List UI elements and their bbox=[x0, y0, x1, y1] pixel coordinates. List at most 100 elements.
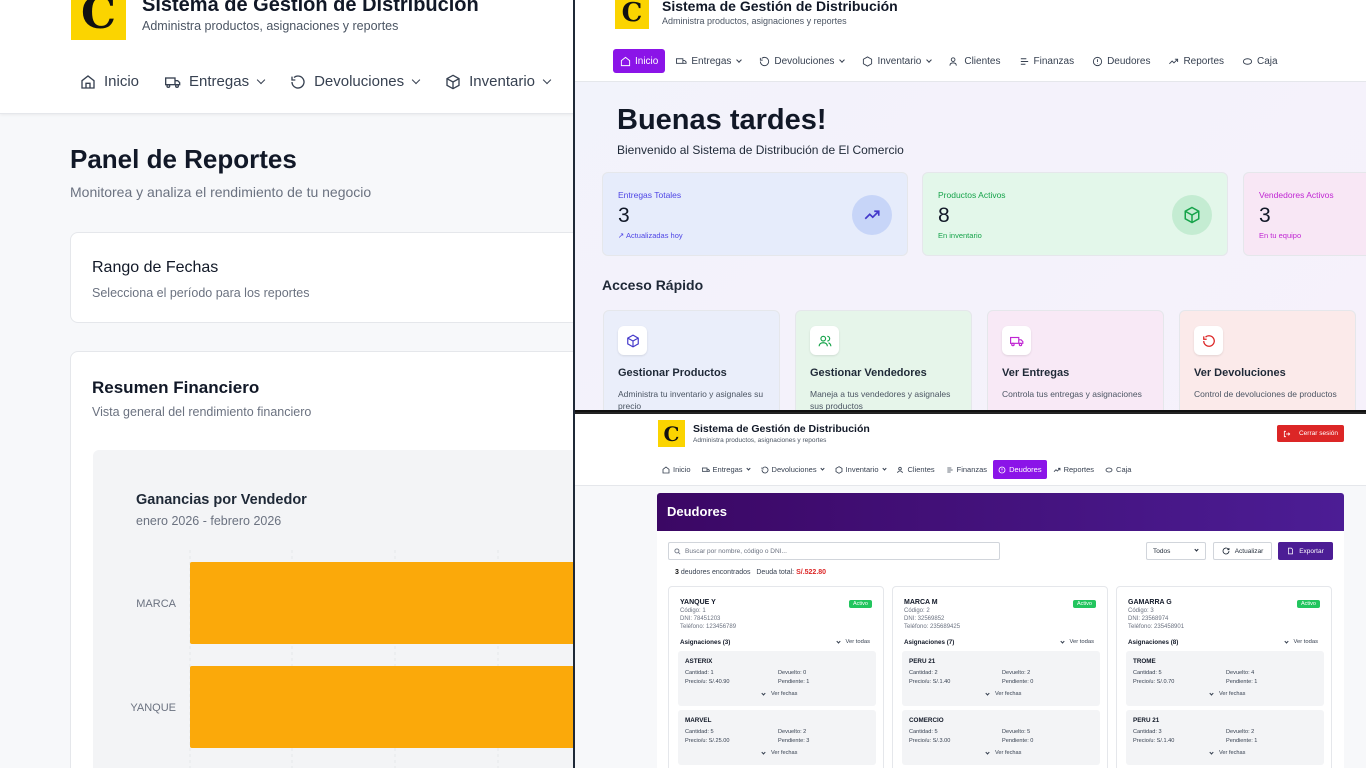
nav-inventario[interactable]: Inventario bbox=[445, 73, 552, 90]
nav-label: Deudores bbox=[1009, 465, 1042, 474]
nav-label: Inventario bbox=[469, 73, 536, 90]
stat-card-vendedores[interactable]: Vendedores Activos 3 En tu equipo bbox=[1243, 172, 1366, 256]
nav-entregas[interactable]: Entregas bbox=[697, 460, 755, 479]
rotate-ccw-icon bbox=[760, 56, 770, 66]
view-all-toggle[interactable]: Ver todas bbox=[1283, 638, 1318, 645]
debtors-panel: Buscar por nombre, código o DNI... Todos… bbox=[657, 531, 1344, 768]
nav-inventario[interactable]: Inventario bbox=[830, 460, 891, 479]
status-filter-select[interactable]: Todos bbox=[1146, 542, 1206, 560]
nav-label: Clientes bbox=[964, 55, 1001, 67]
app-title: Sistema de Gestión de Distribución bbox=[693, 423, 870, 435]
chevron-down-icon bbox=[926, 56, 933, 63]
view-all-toggle[interactable]: Ver todas bbox=[1059, 638, 1094, 645]
qty: Cantidad: 2 bbox=[909, 670, 938, 676]
nav-inicio[interactable]: Inicio bbox=[613, 49, 666, 73]
debtor-card[interactable]: MARCA M Activo Código: 2 DNI: 32569852 T… bbox=[892, 586, 1108, 768]
app-logo[interactable]: C bbox=[71, 0, 126, 40]
trending-up-icon bbox=[1053, 467, 1061, 472]
debtor-name: GAMARRA G bbox=[1128, 599, 1172, 606]
nav-clientes[interactable]: Clientes bbox=[892, 460, 940, 479]
view-dates-toggle[interactable]: Ver fechas bbox=[985, 749, 1021, 756]
search-input[interactable]: Buscar por nombre, código o DNI... bbox=[668, 542, 1000, 560]
date-range-card: Rango de Fechas Selecciona el período pa… bbox=[70, 232, 574, 323]
logout-button[interactable]: Cerrar sesión bbox=[1277, 425, 1344, 442]
nav-reportes[interactable]: Reportes bbox=[1161, 49, 1231, 73]
quick-icon-wrap bbox=[810, 326, 839, 355]
quick-card-desc: Administra tu inventario y asignales su … bbox=[618, 389, 764, 410]
truck-icon bbox=[1009, 336, 1023, 346]
app-logo[interactable]: C bbox=[615, 0, 649, 29]
assignment-item: PERU 21 Cantidad: 2 Devuelto: 2 Precio/u… bbox=[902, 651, 1100, 706]
nav-deudores[interactable]: Deudores bbox=[993, 460, 1047, 479]
nav-devoluciones[interactable]: Devoluciones bbox=[756, 460, 829, 479]
bar-yanque[interactable] bbox=[190, 666, 574, 748]
quick-access-title: Acceso Rápido bbox=[602, 277, 704, 293]
unit-price: Precio/u: S/.3.00 bbox=[909, 738, 951, 744]
export-button[interactable]: Exportar bbox=[1278, 542, 1333, 560]
stat-foot: En inventario bbox=[938, 231, 982, 240]
pending: Pendiente: 1 bbox=[1226, 679, 1258, 685]
view-dates-toggle[interactable]: Ver fechas bbox=[761, 690, 797, 697]
returned: Devuelto: 0 bbox=[778, 670, 807, 676]
debtor-name: YANQUE Y bbox=[680, 599, 716, 606]
alert-circle-icon bbox=[1092, 56, 1103, 66]
unit-price: Precio/u: S/.25.00 bbox=[685, 738, 730, 744]
debtor-dni: DNI: 32569852 bbox=[904, 616, 945, 622]
stat-card-entregas[interactable]: Entregas Totales 3 ↗ Actualizadas hoy bbox=[602, 172, 908, 256]
chevron-down-icon bbox=[542, 75, 552, 84]
quick-card-vendedores[interactable]: Gestionar Vendedores Maneja a tus vended… bbox=[795, 310, 972, 410]
app-subtitle: Administra productos, asignaciones y rep… bbox=[662, 16, 847, 26]
nav-entregas[interactable]: Entregas bbox=[165, 73, 266, 90]
debtors-nav: Inicio Entregas Devoluciones Inventario … bbox=[657, 460, 1137, 479]
pending: Pendiente: 1 bbox=[778, 679, 810, 685]
nav-label: Entregas bbox=[712, 465, 743, 474]
nav-clientes[interactable]: Clientes bbox=[942, 49, 1007, 73]
quick-card-entregas[interactable]: Ver Entregas Controla tus entregas y asi… bbox=[987, 310, 1164, 410]
nav-label: Inicio bbox=[635, 55, 659, 67]
nav-devoluciones[interactable]: Devoluciones bbox=[752, 49, 851, 73]
nav-reportes[interactable]: Reportes bbox=[1048, 460, 1099, 479]
nav-finanzas[interactable]: Finanzas bbox=[1012, 49, 1082, 73]
refresh-button[interactable]: Actualizar bbox=[1213, 542, 1272, 560]
view-dates-toggle[interactable]: Ver fechas bbox=[761, 749, 797, 756]
nav-caja[interactable]: Caja bbox=[1100, 460, 1136, 479]
bar-chart: MARCA YANQUE bbox=[130, 550, 574, 768]
date-range-title: Rango de Fechas bbox=[92, 259, 219, 276]
stat-card-productos[interactable]: Productos Activos 8 En inventario bbox=[922, 172, 1228, 256]
chevron-down-icon bbox=[761, 749, 766, 755]
app-logo[interactable]: C bbox=[658, 420, 685, 447]
view-dates-toggle[interactable]: Ver fechas bbox=[1209, 749, 1245, 756]
debtor-card[interactable]: YANQUE Y Activo Código: 1 DNI: 78451203 … bbox=[668, 586, 884, 768]
unit-price: Precio/u: S/.1.40 bbox=[1133, 738, 1175, 744]
nav-entregas[interactable]: Entregas bbox=[669, 49, 748, 73]
nav-deudores[interactable]: Deudores bbox=[1085, 49, 1157, 73]
total-debt: S/.522.80 bbox=[796, 569, 827, 576]
view-dates-label: Ver fechas bbox=[995, 691, 1022, 697]
debtors-banner: Deudores bbox=[657, 493, 1344, 531]
nav-finanzas[interactable]: Finanzas bbox=[941, 460, 992, 479]
debtor-dni: DNI: 23568974 bbox=[1128, 616, 1169, 622]
quick-card-devoluciones[interactable]: Ver Devoluciones Control de devoluciones… bbox=[1179, 310, 1356, 410]
nav-label: Inventario bbox=[877, 55, 922, 67]
view-all-toggle[interactable]: Ver todas bbox=[835, 638, 870, 645]
chevron-down-icon bbox=[761, 690, 766, 696]
assignments-title: Asignaciones (3) bbox=[680, 639, 731, 646]
chevron-down-icon bbox=[1283, 638, 1289, 644]
nav-inventario[interactable]: Inventario bbox=[855, 49, 938, 73]
home-icon bbox=[620, 56, 631, 66]
bar-marca[interactable] bbox=[190, 562, 574, 644]
nav-inicio[interactable]: Inicio bbox=[657, 460, 696, 479]
nav-caja[interactable]: Caja bbox=[1235, 49, 1285, 73]
returned: Devuelto: 2 bbox=[1002, 670, 1031, 676]
nav-inicio[interactable]: Inicio bbox=[80, 73, 139, 90]
nav-devoluciones[interactable]: Devoluciones bbox=[290, 73, 421, 90]
view-dates-toggle[interactable]: Ver fechas bbox=[1209, 690, 1245, 697]
quick-card-desc: Maneja a tus vendedores y asignales sus … bbox=[810, 389, 951, 410]
qty: Cantidad: 5 bbox=[909, 729, 938, 735]
debtor-card[interactable]: GAMARRA G Activo Código: 3 DNI: 23568974… bbox=[1116, 586, 1332, 768]
view-dates-toggle[interactable]: Ver fechas bbox=[985, 690, 1022, 697]
assignment-item: MARVEL Cantidad: 5 Devuelto: 2 Precio/u:… bbox=[678, 710, 876, 765]
quick-card-productos[interactable]: Gestionar Productos Administra tu invent… bbox=[603, 310, 780, 410]
page-title: Panel de Reportes bbox=[70, 144, 297, 174]
quick-card-title: Ver Entregas bbox=[1002, 367, 1070, 379]
